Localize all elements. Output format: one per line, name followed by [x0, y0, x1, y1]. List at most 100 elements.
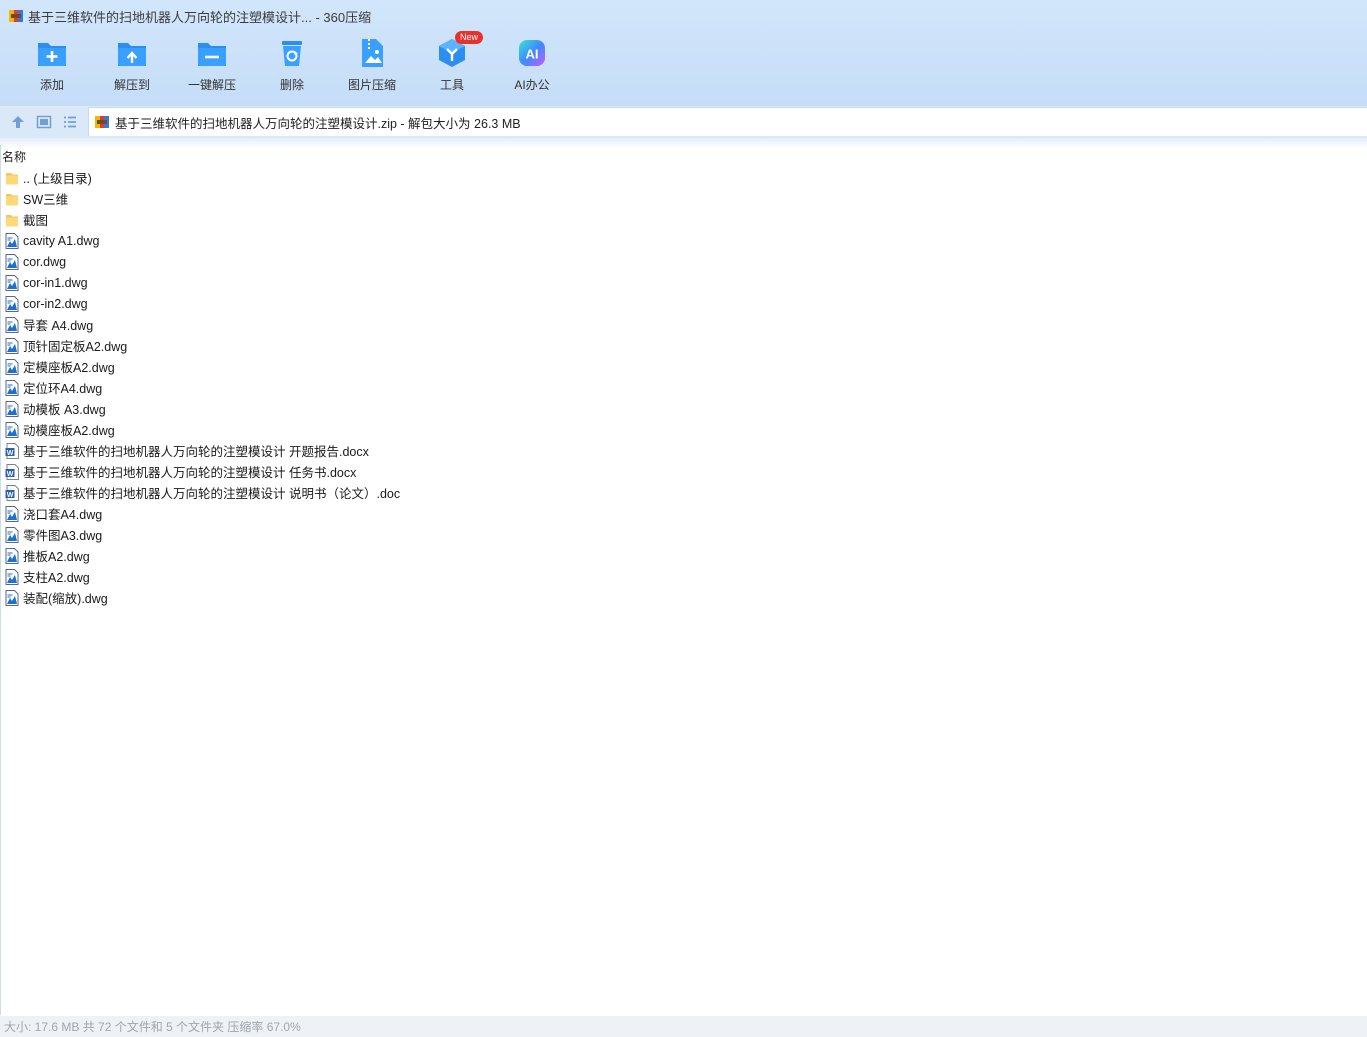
image-compress-icon	[355, 36, 389, 70]
add-folder-icon	[35, 36, 69, 70]
file-row[interactable]: cavity A1.dwg	[5, 230, 400, 251]
word-doc-icon: W	[5, 484, 19, 501]
file-name: 基于三维软件的扫地机器人万向轮的注塑模设计 说明书（论文）.doc	[23, 487, 401, 501]
word-doc-icon: W	[5, 463, 19, 480]
image-compress-label: 图片压缩	[347, 78, 396, 92]
file-row[interactable]: 动模座板A2.dwg	[5, 419, 400, 440]
one-click-extract-button[interactable]: 一键解压	[172, 36, 252, 102]
file-name: 支柱A2.dwg	[23, 571, 90, 585]
file-name: SW三维	[23, 193, 69, 207]
file-row[interactable]: 导套 A4.dwg	[5, 314, 400, 335]
ai-office-label: AI办公	[514, 78, 550, 92]
svg-text:AI: AI	[526, 47, 539, 62]
dwg-file-icon	[5, 337, 19, 354]
one-click-extract-icon	[195, 36, 229, 70]
list-view-icon[interactable]	[62, 114, 78, 130]
file-row[interactable]: 推板A2.dwg	[5, 545, 400, 566]
status-bar: 大小: 17.6 MB 共 72 个文件和 5 个文件夹 压缩率 67.0%	[0, 1016, 1367, 1037]
file-name: 基于三维软件的扫地机器人万向轮的注塑模设计 开题报告.docx	[23, 445, 369, 459]
file-row[interactable]: cor-in1.dwg	[5, 272, 400, 293]
window-title: 基于三维软件的扫地机器人万向轮的注塑模设计... - 360压缩	[28, 9, 372, 25]
file-row[interactable]: 顶针固定板A2.dwg	[5, 335, 400, 356]
folder-row[interactable]: .. (上级目录)	[5, 167, 400, 188]
file-name: .. (上级目录)	[23, 172, 92, 186]
file-rows: .. (上级目录) SW三维截图 cavity A1.dwg cor.dwg cor-i…	[5, 167, 400, 608]
word-doc-icon: W	[5, 442, 19, 459]
file-name: 基于三维软件的扫地机器人万向轮的注塑模设计 任务书.docx	[23, 466, 357, 480]
dwg-file-icon	[5, 316, 19, 333]
dwg-file-icon	[5, 253, 19, 270]
file-row[interactable]: 动模板 A3.dwg	[5, 398, 400, 419]
folder-row[interactable]: SW三维	[5, 188, 400, 209]
dwg-file-icon	[5, 526, 19, 543]
file-name: 动模座板A2.dwg	[23, 424, 115, 438]
dwg-file-icon	[5, 505, 19, 522]
extract-to-folder-icon	[115, 36, 149, 70]
file-name: 浇口套A4.dwg	[23, 508, 103, 522]
file-name: 定模座板A2.dwg	[23, 361, 115, 375]
delete-button[interactable]: 删除	[252, 36, 332, 102]
file-name: 截图	[23, 214, 49, 228]
archive-app-icon	[8, 8, 24, 24]
file-row[interactable]: 定位环A4.dwg	[5, 377, 400, 398]
file-name: cor-in2.dwg	[23, 296, 88, 311]
svg-text:W: W	[7, 449, 14, 456]
tools-button[interactable]: New 工具	[412, 31, 492, 102]
tools-cube-icon: New	[435, 31, 483, 70]
column-header-name[interactable]: 名称	[2, 148, 26, 165]
file-name: 顶针固定板A2.dwg	[23, 340, 128, 354]
address-path: 基于三维软件的扫地机器人万向轮的注塑模设计.zip - 解包大小为 26.3 M…	[115, 116, 521, 131]
add-button-label: 添加	[39, 78, 64, 92]
status-text: 大小: 17.6 MB 共 72 个文件和 5 个文件夹 压缩率 67.0%	[4, 1020, 301, 1034]
add-button[interactable]: 添加	[12, 36, 92, 102]
dwg-file-icon	[5, 274, 19, 291]
dwg-file-icon	[5, 379, 19, 396]
file-row[interactable]: 零件图A3.dwg	[5, 524, 400, 545]
top-banner: 基于三维软件的扫地机器人万向轮的注塑模设计... - 360压缩 添加 解压到 …	[0, 0, 1367, 106]
dwg-file-icon	[5, 589, 19, 606]
folder-icon	[5, 212, 19, 228]
file-name: 定位环A4.dwg	[23, 382, 103, 396]
dwg-file-icon	[5, 400, 19, 417]
svg-text:W: W	[7, 491, 14, 498]
folder-row[interactable]: 截图	[5, 209, 400, 230]
ai-office-icon: AI	[515, 36, 549, 70]
file-row[interactable]: cor-in2.dwg	[5, 293, 400, 314]
dwg-file-icon	[5, 232, 19, 249]
file-name: cavity A1.dwg	[23, 233, 100, 248]
file-name: 动模板 A3.dwg	[23, 403, 106, 417]
new-badge: New	[454, 31, 483, 44]
main-toolbar: 添加 解压到 一键解压 删除 图片压缩 New 工具 AI AI办公	[12, 31, 572, 102]
ai-office-button[interactable]: AI AI办公	[492, 36, 572, 102]
svg-text:W: W	[7, 470, 14, 477]
file-row[interactable]: W 基于三维软件的扫地机器人万向轮的注塑模设计 任务书.docx	[5, 461, 400, 482]
file-row[interactable]: cor.dwg	[5, 251, 400, 272]
zip-file-icon	[94, 114, 110, 130]
image-compress-button[interactable]: 图片压缩	[332, 36, 412, 102]
file-row[interactable]: W 基于三维软件的扫地机器人万向轮的注塑模设计 开题报告.docx	[5, 440, 400, 461]
file-row[interactable]: 支柱A2.dwg	[5, 566, 400, 587]
file-row[interactable]: 定模座板A2.dwg	[5, 356, 400, 377]
one-click-extract-label: 一键解压	[187, 78, 236, 92]
thumbnail-view-icon[interactable]	[36, 114, 52, 130]
file-row[interactable]: 浇口套A4.dwg	[5, 503, 400, 524]
file-row[interactable]: W 基于三维软件的扫地机器人万向轮的注塑模设计 说明书（论文）.doc	[5, 482, 400, 503]
dwg-file-icon	[5, 295, 19, 312]
address-bar[interactable]: 基于三维软件的扫地机器人万向轮的注塑模设计.zip - 解包大小为 26.3 M…	[88, 107, 1367, 136]
extract-to-button[interactable]: 解压到	[92, 36, 172, 102]
file-name: 推板A2.dwg	[23, 550, 90, 564]
extract-to-button-label: 解压到	[113, 78, 150, 92]
recycle-bin-icon	[275, 36, 309, 70]
file-row[interactable]: 装配(缩放).dwg	[5, 587, 400, 608]
dwg-file-icon	[5, 547, 19, 564]
file-name: cor.dwg	[23, 254, 67, 269]
title-bar: 基于三维软件的扫地机器人万向轮的注塑模设计... - 360压缩	[0, 0, 1367, 32]
file-name: 零件图A3.dwg	[23, 529, 103, 543]
folder-icon	[5, 191, 19, 207]
dwg-file-icon	[5, 568, 19, 585]
up-arrow-icon[interactable]	[10, 114, 26, 130]
file-name: 导套 A4.dwg	[23, 319, 94, 333]
dwg-file-icon	[5, 421, 19, 438]
delete-button-label: 删除	[279, 78, 304, 92]
folder-icon	[5, 170, 19, 186]
